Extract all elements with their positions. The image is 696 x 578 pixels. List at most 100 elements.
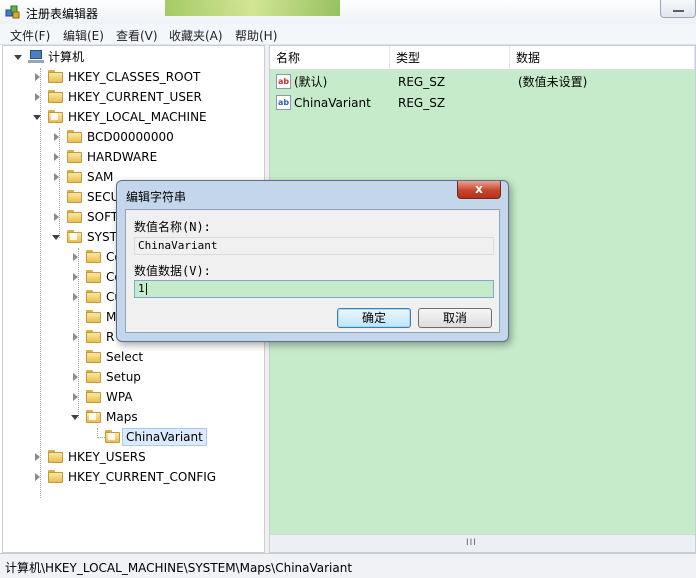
value-name: (默认) (294, 75, 328, 89)
expand-icon[interactable] (73, 293, 78, 301)
value-data-field[interactable]: 1 (134, 280, 494, 298)
tree-item-label: HKEY_CLASSES_ROOT (68, 70, 201, 84)
dialog-body: 数值名称(N): ChinaVariant 数值数据(V): 1 确定 取消 (125, 209, 500, 333)
tree-item-label: SYST (87, 230, 117, 244)
ok-button[interactable]: 确定 (337, 308, 411, 328)
tree-item-label: SECU (87, 190, 120, 204)
folder-icon (86, 270, 101, 283)
dialog-close-button[interactable]: x (457, 181, 501, 199)
menu-file[interactable]: 文件(F) (10, 27, 50, 44)
tree-item-label: Select (106, 350, 144, 364)
tree-item-hkey-classes-root[interactable]: HKEY_CLASSES_ROOT (3, 67, 263, 87)
folder-icon (48, 110, 63, 123)
minimize-icon (673, 10, 684, 12)
tree-item-label: HKEY_CURRENT_USER (68, 90, 202, 104)
collapse-icon[interactable] (33, 115, 41, 120)
folder-icon (86, 370, 101, 383)
value-data-label: 数值数据(V): (134, 264, 211, 278)
menu-edit[interactable]: 编辑(E) (63, 27, 104, 44)
tree-item-select[interactable]: Select (3, 347, 263, 367)
expand-icon[interactable] (73, 253, 78, 261)
scrollbar-grip[interactable]: III (466, 538, 477, 548)
expand-icon[interactable] (54, 153, 59, 161)
menu-view[interactable]: 查看(V) (116, 27, 158, 44)
status-bar: 计算机\HKEY_LOCAL_MACHINE\SYSTEM\Maps\China… (0, 553, 696, 578)
string-value-icon: ab (276, 95, 291, 110)
folder-icon (67, 130, 82, 143)
folder-icon (86, 410, 101, 423)
tree-item-label: HKEY_LOCAL_MACHINE (68, 110, 207, 124)
folder-icon (86, 290, 101, 303)
tree-item-label: HARDWARE (87, 150, 158, 164)
tree-item-label: ChinaVariant (122, 428, 207, 446)
expand-icon[interactable] (54, 213, 59, 221)
tree-item-bcd[interactable]: BCD00000000 (3, 127, 263, 147)
collapse-icon[interactable] (71, 415, 79, 420)
value-name-field: ChinaVariant (134, 237, 494, 255)
column-header-data[interactable]: 数据 (510, 46, 695, 70)
folder-icon (67, 190, 82, 203)
tree-item-setup[interactable]: Setup (3, 367, 263, 387)
column-header-name[interactable]: 名称 (270, 46, 390, 70)
tree-item-wpa[interactable]: WPA (3, 387, 263, 407)
value-row-default[interactable]: ab (默认) REG_SZ (数值未设置) (270, 72, 695, 92)
folder-icon (67, 150, 82, 163)
collapse-icon[interactable] (14, 55, 22, 60)
tree-item-hkey-local-machine[interactable]: HKEY_LOCAL_MACHINE (3, 107, 263, 127)
value-name: ChinaVariant (294, 96, 371, 110)
value-data: (数值未设置) (518, 75, 588, 89)
dialog-title: 编辑字符串 (126, 190, 187, 204)
computer-icon (28, 50, 44, 63)
window-title: 注册表编辑器 (26, 7, 99, 21)
tree-item-label: HKEY_USERS (68, 450, 146, 464)
tree-item-computer[interactable]: 计算机 (3, 47, 263, 67)
folder-icon (48, 70, 63, 83)
registry-editor-icon (5, 4, 21, 20)
collapse-icon[interactable] (52, 235, 60, 240)
string-value-icon: ab (276, 74, 291, 89)
value-row-chinavariant[interactable]: ab ChinaVariant REG_SZ (270, 93, 695, 113)
tree-item-label: WPA (106, 390, 133, 404)
expand-icon[interactable] (35, 93, 40, 101)
tree-item-chinavariant[interactable]: ChinaVariant (3, 427, 263, 447)
folder-icon (86, 330, 101, 343)
tree-item-hkey-current-user[interactable]: HKEY_CURRENT_USER (3, 87, 263, 107)
expand-icon[interactable] (54, 133, 59, 141)
expand-icon[interactable] (35, 73, 40, 81)
tree-item-label: SOFT (87, 210, 119, 224)
folder-icon (67, 170, 82, 183)
expand-icon[interactable] (73, 393, 78, 401)
minimize-button[interactable] (660, 0, 696, 18)
folder-icon (86, 390, 101, 403)
folder-icon (48, 470, 63, 483)
tree-item-maps[interactable]: Maps (3, 407, 263, 427)
folder-icon (86, 310, 101, 323)
cancel-button[interactable]: 取消 (418, 308, 492, 328)
tree-item-hardware[interactable]: HARDWARE (3, 147, 263, 167)
tree-item-label: R (106, 330, 115, 344)
folder-icon (86, 350, 101, 363)
tree-item-hkey-current-config[interactable]: HKEY_CURRENT_CONFIG (3, 467, 263, 487)
value-data-text: 1 (138, 282, 145, 295)
column-header-type[interactable]: 类型 (390, 46, 510, 70)
edit-string-dialog: 编辑字符串 x 数值名称(N): ChinaVariant 数值数据(V): 1… (116, 180, 509, 342)
tree-item-hkey-users[interactable]: HKEY_USERS (3, 447, 263, 467)
menu-favorites[interactable]: 收藏夹(A) (169, 27, 223, 44)
title-bar: 注册表编辑器 (0, 0, 696, 24)
tree-item-label: Setup (106, 370, 141, 384)
value-type: REG_SZ (398, 75, 446, 89)
expand-icon[interactable] (73, 333, 78, 341)
menu-help[interactable]: 帮助(H) (235, 27, 277, 44)
expand-icon[interactable] (54, 173, 59, 181)
status-path: 计算机\HKEY_LOCAL_MACHINE\SYSTEM\Maps\China… (5, 561, 353, 575)
value-type: REG_SZ (398, 96, 446, 110)
expand-icon[interactable] (35, 473, 40, 481)
expand-icon[interactable] (73, 373, 78, 381)
tree-item-label: SAM (87, 170, 114, 184)
expand-icon[interactable] (35, 453, 40, 461)
tree-item-label: BCD00000000 (87, 130, 174, 144)
text-cursor (145, 283, 147, 295)
horizontal-scrollbar[interactable]: III (270, 534, 695, 552)
tree-item-label: 计算机 (48, 50, 85, 64)
expand-icon[interactable] (73, 273, 78, 281)
